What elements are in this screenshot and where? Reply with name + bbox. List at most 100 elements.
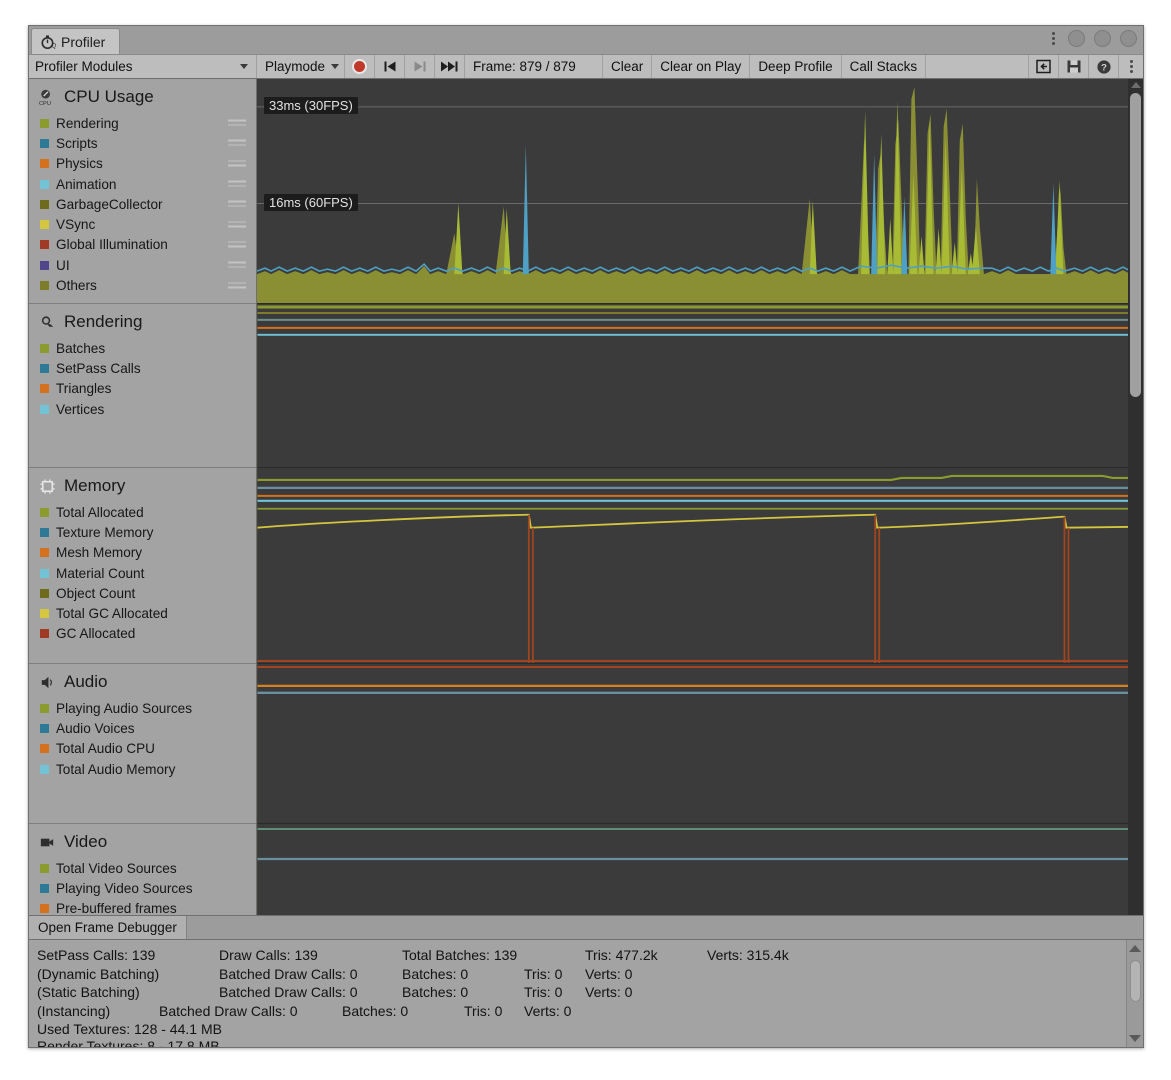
drag-handle-icon[interactable] [228,241,246,248]
chart-audio[interactable] [257,664,1143,824]
legend-item-total-audio-cpu[interactable]: Total Audio CPU [29,739,256,759]
save-profile-button[interactable] [1059,55,1089,78]
module-rendering-title: Rendering [29,310,256,338]
legend-item-rendering[interactable]: Rendering [29,113,256,133]
module-cpu-usage[interactable]: CPU CPU Usage Rendering Scripts Physics … [29,79,256,304]
drag-handle-icon[interactable] [228,282,246,289]
open-frame-debugger-label: Open Frame Debugger [38,920,177,935]
last-frame-icon [441,61,458,72]
window-kebab-menu-icon[interactable] [1047,30,1059,47]
call-stacks-label: Call Stacks [849,58,918,74]
stat-static-batching: (Static Batching) [37,984,140,1001]
window-close-button[interactable] [1120,30,1137,47]
scroll-up-arrow-icon[interactable] [1129,945,1141,952]
legend-label: Audio Voices [56,720,135,736]
legend-item-mesh-memory[interactable]: Mesh Memory [29,543,256,563]
stat-verts: Verts: 315.4k [707,947,789,964]
legend-label: Object Count [56,585,136,601]
module-memory[interactable]: Memory Total Allocated Texture Memory Me… [29,468,256,664]
scroll-up-arrow-icon[interactable] [1130,82,1141,88]
chart-rendering[interactable] [257,304,1143,468]
module-video[interactable]: Video Total Video Sources Playing Video … [29,824,256,915]
module-cpu-usage-title: CPU CPU Usage [29,85,256,113]
legend-item-scripts[interactable]: Scripts [29,133,256,153]
profiler-window: Q Profiler Profiler Modules Playmode Fra… [28,25,1144,1048]
legend-item-texture-memory[interactable]: Texture Memory [29,522,256,542]
drag-handle-icon[interactable] [228,160,246,167]
chart-memory[interactable] [257,468,1143,664]
legend-label: SetPass Calls [56,360,141,376]
legend-item-object-count[interactable]: Object Count [29,583,256,603]
clear-on-play-toggle[interactable]: Clear on Play [652,55,751,78]
chart-scrollbar-thumb[interactable] [1130,93,1141,397]
deep-profile-toggle[interactable]: Deep Profile [750,55,842,78]
drag-handle-icon[interactable] [228,119,246,127]
legend-item-global-illumination[interactable]: Global Illumination [29,235,256,255]
window-minimize-button[interactable] [1068,30,1085,47]
legend-item-total-video-sources[interactable]: Total Video Sources [29,858,256,878]
help-icon: ? [1096,59,1111,74]
clear-label: Clear [611,58,644,74]
legend-item-total-audio-memory[interactable]: Total Audio Memory [29,759,256,779]
legend-swatch [40,118,49,128]
legend-item-pre-buffered-frames[interactable]: Pre-buffered frames [29,899,256,915]
legend-item-audio-voices[interactable]: Audio Voices [29,718,256,738]
stats-row: Render Textures: 8 - 17.8 MB [37,1039,1143,1048]
cpu-threshold-60fps-label: 16ms (60FPS) [264,194,358,211]
chart-cpu-usage[interactable]: 33ms (30FPS) 16ms (60FPS) [257,79,1143,304]
video-icon [38,833,57,852]
legend-item-playing-audio-sources[interactable]: Playing Audio Sources [29,698,256,718]
legend-item-others[interactable]: Others [29,275,256,295]
stats-scrollbar[interactable] [1126,940,1143,1047]
chevron-down-icon [240,64,248,69]
profiler-tab[interactable]: Q Profiler [31,28,121,54]
chart-video[interactable] [257,824,1143,915]
legend-item-physics[interactable]: Physics [29,154,256,174]
legend-item-animation[interactable]: Animation [29,174,256,194]
legend-item-batches[interactable]: Batches [29,338,256,358]
stats-scrollbar-thumb[interactable] [1130,960,1141,1002]
legend-item-setpass-calls[interactable]: SetPass Calls [29,358,256,378]
clear-button[interactable]: Clear [603,55,653,78]
legend-item-total-allocated[interactable]: Total Allocated [29,502,256,522]
save-profile-icon [1067,60,1080,73]
drag-handle-icon[interactable] [228,261,246,269]
legend-item-triangles[interactable]: Triangles [29,379,256,399]
next-frame-button[interactable] [405,55,435,78]
scroll-down-arrow-icon[interactable] [1129,1035,1141,1042]
legend-label: VSync [56,217,96,233]
legend-item-ui[interactable]: UI [29,255,256,275]
legend-item-vsync[interactable]: VSync [29,214,256,234]
stats-row: (Static Batching) Batched Draw Calls: 0 … [37,983,1143,1002]
drag-handle-icon[interactable] [228,139,246,147]
cpu-usage-graph [257,79,1143,303]
profiler-modules-dropdown[interactable]: Profiler Modules [29,55,257,78]
drag-handle-icon[interactable] [228,221,246,228]
first-frame-button[interactable] [375,55,405,78]
last-frame-button[interactable] [435,55,465,78]
legend-item-material-count[interactable]: Material Count [29,563,256,583]
toolbar-menu-button[interactable] [1119,55,1143,78]
playmode-dropdown[interactable]: Playmode [257,55,345,78]
stats-row: SetPass Calls: 139 Draw Calls: 139 Total… [37,946,1143,965]
legend-item-gc-allocated[interactable]: GC Allocated [29,624,256,644]
call-stacks-toggle[interactable]: Call Stacks [841,55,927,78]
chart-scrollbar[interactable] [1128,79,1143,915]
module-title-label: Audio [64,672,108,691]
stat-instancing-batches: Batches: 0 [342,1002,409,1019]
load-profile-button[interactable] [1029,55,1059,78]
module-rendering[interactable]: Rendering Batches SetPass Calls Triangle… [29,304,256,468]
memory-icon [38,477,57,496]
legend-item-total-gc-allocated[interactable]: Total GC Allocated [29,603,256,623]
drag-handle-icon[interactable] [228,200,246,208]
record-button[interactable] [345,55,375,78]
window-maximize-button[interactable] [1094,30,1111,47]
legend-swatch [40,343,49,353]
module-audio[interactable]: Audio Playing Audio Sources Audio Voices… [29,664,256,824]
open-frame-debugger-button[interactable]: Open Frame Debugger [29,916,187,939]
legend-item-vertices[interactable]: Vertices [29,399,256,419]
legend-item-playing-video-sources[interactable]: Playing Video Sources [29,878,256,898]
help-button[interactable]: ? [1089,55,1119,78]
legend-item-garbagecollector[interactable]: GarbageCollector [29,194,256,214]
drag-handle-icon[interactable] [228,180,246,188]
